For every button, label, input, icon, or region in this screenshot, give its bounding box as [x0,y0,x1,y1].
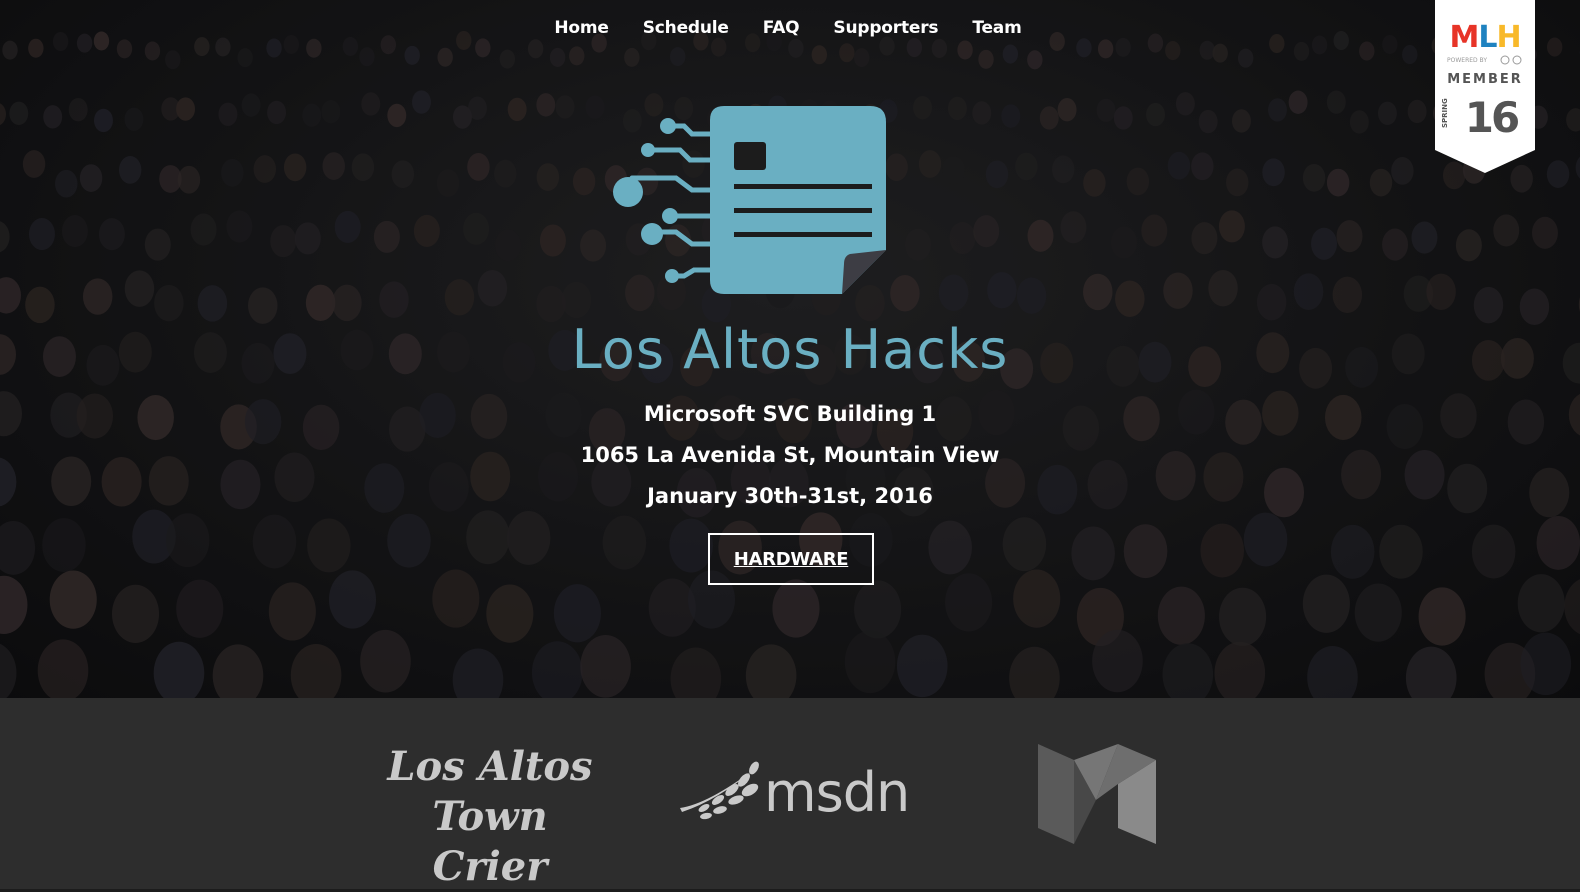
sponsor-town-crier[interactable]: Los Altos Town Crier [375,742,605,846]
nav-team[interactable]: Team [955,16,1038,40]
top-nav: Home Schedule FAQ Supporters Team [0,16,1580,40]
nav-schedule[interactable]: Schedule [626,16,746,40]
msdn-wordmark: msdn [764,760,909,826]
hero-section: Home Schedule FAQ Supporters Team MLH PO… [0,0,1580,698]
event-venue: Microsoft SVC Building 1 [0,402,1580,426]
mlh-logo-text: MLH [1449,20,1520,55]
mlh-member-badge[interactable]: MLH POWERED BY MEMBER SPRING 16 [1435,0,1535,173]
event-title: Los Altos Hacks [0,318,1580,381]
event-date: January 30th-31st, 2016 [0,484,1580,508]
crier-line-1: Los Altos [375,742,605,792]
msdn-branch-icon [678,760,768,830]
nav-home[interactable]: Home [537,16,625,40]
medium-logo-icon[interactable] [1038,744,1156,844]
event-address: 1065 La Avenida St, Mountain View [0,443,1580,467]
nav-supporters[interactable]: Supporters [816,16,955,40]
crier-line-2: Town Crier [375,792,605,892]
document-circuit-icon [612,104,892,300]
mlh-season-text: SPRING [1441,98,1449,128]
sponsor-msdn[interactable]: msdn [678,760,908,830]
mlh-powered-by: POWERED BY [1447,57,1487,64]
mlh-year-text: 16 [1465,93,1518,142]
nav-faq[interactable]: FAQ [746,16,817,40]
mlh-member-text: MEMBER [1447,72,1523,87]
hardware-button[interactable]: HARDWARE [708,533,874,585]
